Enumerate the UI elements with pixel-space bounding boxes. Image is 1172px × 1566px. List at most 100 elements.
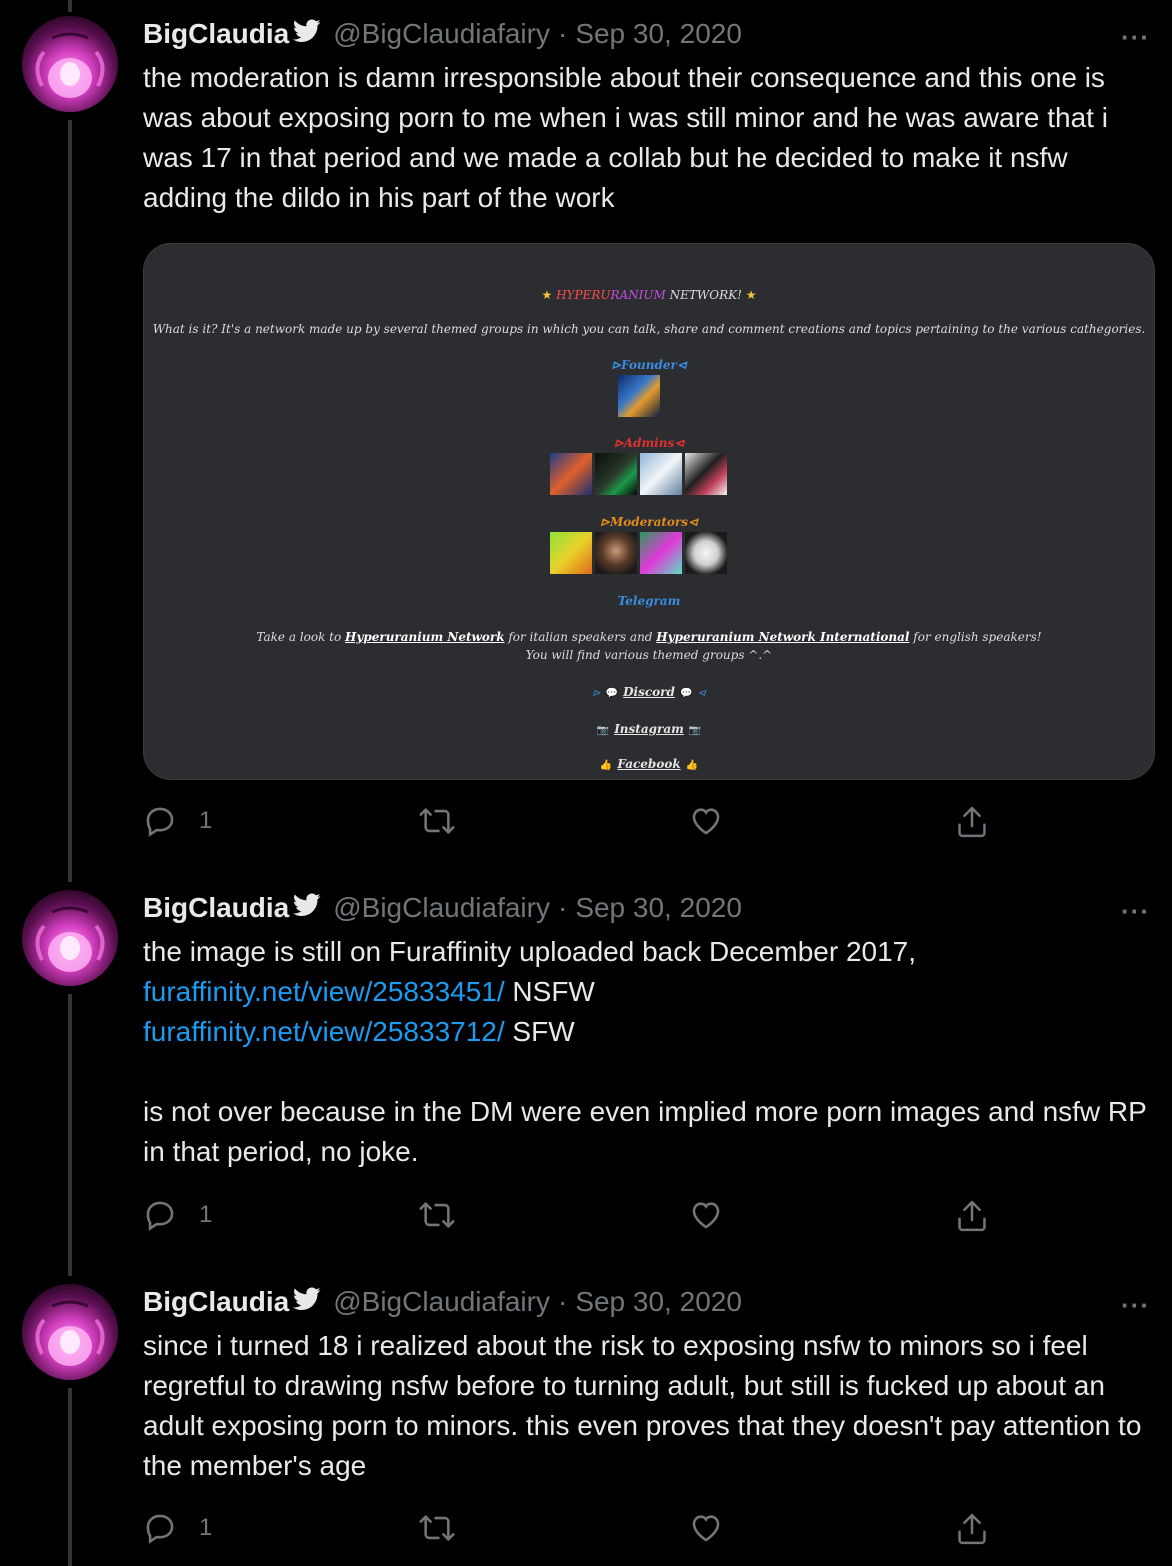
tweet-header: BigClaudia @BigClaudiafairy · Sep 30, 20… — [143, 892, 742, 924]
reply-button[interactable]: 1 — [143, 1511, 212, 1545]
discord-link[interactable]: Discord — [623, 685, 675, 699]
display-name[interactable]: BigClaudia — [143, 1286, 289, 1318]
tweet-body-paragraph: is not over because in the DM were even … — [143, 1096, 1147, 1167]
admin-avatar — [640, 453, 682, 495]
tweet-text: since i turned 18 i realized about the r… — [143, 1326, 1153, 1486]
like-button[interactable] — [689, 1511, 723, 1545]
user-handle[interactable]: @BigClaudiafairy — [333, 18, 550, 50]
chat-icon: 💬 — [605, 688, 619, 699]
network-international-link[interactable]: Hyperuranium Network International — [656, 630, 909, 644]
user-handle[interactable]: @BigClaudiafairy — [333, 1286, 550, 1318]
avatar[interactable] — [22, 16, 118, 112]
card-title: ★ HYPERURANIUM NETWORK! ★ — [541, 288, 757, 302]
like-button[interactable] — [689, 804, 723, 838]
tweet-actions: 1 — [143, 1511, 1043, 1551]
verified-icon — [293, 18, 321, 50]
verified-icon — [293, 1286, 321, 1318]
founder-thumbs — [618, 375, 660, 417]
reply-button[interactable]: 1 — [143, 804, 212, 838]
heart-icon — [692, 1515, 720, 1542]
moderators-label: ⊳Moderators⊲ — [599, 515, 699, 529]
founder-avatar — [618, 375, 660, 417]
display-name[interactable]: BigClaudia — [143, 18, 289, 50]
tweet-text: the image is still on Furaffinity upload… — [143, 932, 1153, 1172]
admin-avatar — [550, 453, 592, 495]
discord-row: ⊳ 💬 Discord 💬 ⊲ — [592, 685, 706, 699]
card-description: What is it? It's a network made up by se… — [152, 322, 1146, 336]
reply-icon — [146, 1514, 174, 1544]
tweet-text: the moderation is damn irresponsible abo… — [143, 58, 1153, 218]
facebook-link[interactable]: Facebook — [617, 757, 680, 771]
heart-icon — [692, 1202, 720, 1229]
moderator-avatar — [550, 532, 592, 574]
telegram-link[interactable]: Telegram — [144, 594, 1154, 608]
admin-avatar — [685, 453, 727, 495]
instagram-row: 📷 Instagram 📷 — [144, 718, 1154, 737]
retweet-icon — [419, 1515, 455, 1541]
reply-icon — [146, 807, 174, 837]
nsfw-link[interactable]: furaffinity.net/view/25833451/ — [143, 976, 505, 1007]
tweet-media[interactable]: ★ HYPERURANIUM NETWORK! ★ What is it? It… — [143, 243, 1155, 780]
reply-button[interactable]: 1 — [143, 1198, 212, 1232]
retweet-button[interactable] — [418, 1198, 456, 1232]
reply-icon — [146, 1201, 174, 1231]
moderator-thumbs — [550, 532, 727, 574]
tweet-body: the moderation is damn irresponsible abo… — [143, 62, 1108, 213]
founder-label: ⊳Founder⊲ — [611, 358, 687, 372]
admins-label: ⊳Admins⊲ — [613, 436, 685, 450]
retweet-icon — [419, 1202, 455, 1228]
card-invite-text: Take a look to Hyperuranium Network for … — [256, 630, 1042, 662]
retweet-icon — [419, 808, 455, 834]
separator: · — [557, 1286, 568, 1317]
tweet-actions: 1 — [143, 1198, 1043, 1238]
tweet-header: BigClaudia @BigClaudiafairy · Sep 30, 20… — [143, 1286, 742, 1318]
more-options-icon[interactable]: ··· — [1121, 1290, 1150, 1321]
more-options-icon[interactable]: ··· — [1121, 896, 1150, 927]
like-button[interactable] — [689, 1198, 723, 1232]
share-button[interactable] — [955, 1198, 989, 1234]
separator: · — [557, 892, 568, 923]
share-button[interactable] — [955, 804, 989, 840]
verified-icon — [293, 892, 321, 924]
admin-avatar — [595, 453, 637, 495]
tweet-date[interactable]: Sep 30, 2020 — [575, 18, 742, 50]
tweet-body: since i turned 18 i realized about the r… — [143, 1330, 1142, 1481]
share-icon — [958, 1513, 986, 1545]
user-handle[interactable]: @BigClaudiafairy — [333, 892, 550, 924]
retweet-button[interactable] — [418, 804, 456, 838]
avatar[interactable] — [22, 1284, 118, 1380]
avatar[interactable] — [22, 890, 118, 986]
camera-icon: 📷 — [596, 725, 610, 736]
tweet[interactable]: BigClaudia @BigClaudiafairy · Sep 30, 20… — [0, 874, 1172, 1268]
sfw-link[interactable]: furaffinity.net/view/25833712/ — [143, 1016, 505, 1047]
tweet-date[interactable]: Sep 30, 2020 — [575, 1286, 742, 1318]
admin-thumbs — [550, 453, 727, 495]
moderator-avatar — [685, 532, 727, 574]
tweet-date[interactable]: Sep 30, 2020 — [575, 892, 742, 924]
network-link[interactable]: Hyperuranium Network — [345, 630, 504, 644]
facebook-row: 👍 Facebook 👍 — [144, 753, 1154, 772]
thumbs-up-icon: 👍 — [599, 760, 613, 771]
star-icon: ★ — [541, 288, 553, 302]
separator: · — [557, 18, 568, 49]
share-icon — [958, 1200, 986, 1232]
chat-icon: 💬 — [679, 688, 693, 699]
heart-icon — [692, 808, 720, 835]
instagram-link[interactable]: Instagram — [614, 722, 684, 736]
tweet-body-line: the image is still on Furaffinity upload… — [143, 936, 917, 967]
star-icon: ★ — [745, 288, 757, 302]
reply-count: 1 — [199, 1514, 213, 1541]
moderator-avatar — [595, 532, 637, 574]
tweet-actions: 1 — [143, 804, 1043, 844]
camera-icon: 📷 — [688, 725, 702, 736]
more-options-icon[interactable]: ··· — [1121, 22, 1150, 53]
reply-count: 1 — [199, 1201, 213, 1228]
thumbs-up-icon: 👍 — [685, 760, 699, 771]
tweet[interactable]: BigClaudia @BigClaudiafairy · Sep 30, 20… — [0, 0, 1172, 870]
share-button[interactable] — [955, 1511, 989, 1547]
display-name[interactable]: BigClaudia — [143, 892, 289, 924]
tweet[interactable]: BigClaudia @BigClaudiafairy · Sep 30, 20… — [0, 1268, 1172, 1566]
share-icon — [958, 806, 986, 838]
retweet-button[interactable] — [418, 1511, 456, 1545]
tweet-header: BigClaudia @BigClaudiafairy · Sep 30, 20… — [143, 18, 742, 50]
